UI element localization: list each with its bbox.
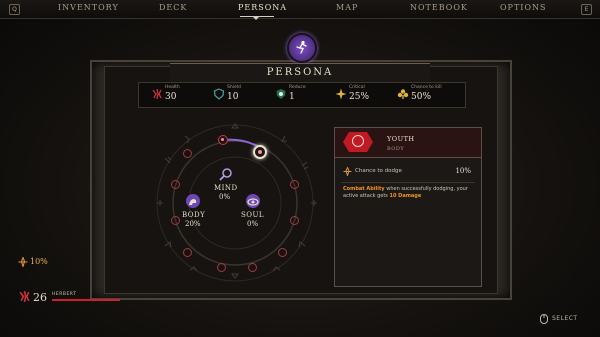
wheel-node[interactable] (183, 149, 192, 158)
stats-bar: Health 30 Shield 10 Reduce 1 Critical 25… (138, 82, 466, 108)
soul-label: SOUL (241, 211, 265, 219)
wheel-node[interactable] (290, 216, 299, 225)
trait-name: YOUTH (387, 135, 415, 143)
tab-options[interactable]: OPTIONS (500, 3, 546, 12)
active-tab-caret (252, 16, 260, 20)
body-label: BODY (182, 211, 206, 219)
wheel-node[interactable] (248, 263, 257, 272)
stat-value: 50% (411, 92, 432, 102)
desc-damage: 10 Damage (389, 193, 422, 199)
dodge-icon (343, 167, 352, 176)
divider (341, 182, 475, 183)
page-title: PERSONA (266, 67, 334, 78)
trait-card-header: YOUTH BODY (335, 128, 481, 158)
character-health: 26 HERBERT (18, 290, 120, 304)
top-nav: Q INVENTORY DECK PERSONA MAP NOTEBOOK OP… (0, 0, 600, 20)
wheel-node[interactable] (171, 180, 180, 189)
wheel-node[interactable] (217, 263, 226, 272)
wheel-node[interactable] (290, 180, 299, 189)
stat-label: Chance to kill (411, 85, 442, 90)
hp-value: 26 (33, 291, 47, 304)
wheel-node[interactable] (183, 248, 192, 257)
health-icon (152, 88, 162, 100)
shield-icon (213, 88, 225, 100)
tab-persona[interactable]: PERSONA (238, 3, 287, 12)
health-icon (19, 290, 30, 303)
persona-title-banner: PERSONA (170, 63, 430, 83)
soul-icon (246, 194, 260, 208)
select-label: SELECT (552, 315, 578, 322)
tab-map[interactable]: MAP (336, 3, 358, 12)
character-name: HERBERT (52, 292, 77, 297)
mind-label: MIND (214, 184, 238, 192)
prev-tab-key[interactable]: Q (9, 4, 20, 15)
trait-info-card: YOUTH BODY Chance to dodge 10% Combat Ab… (334, 127, 482, 287)
stat-value: 10 (227, 92, 239, 102)
hp-bar (52, 299, 120, 301)
mind-icon (219, 166, 233, 181)
dancer-icon (287, 33, 317, 63)
stat-label: Critical (349, 85, 365, 90)
persona-wheel: MIND 0% BODY 20% SOUL 0% (145, 118, 325, 283)
desc-highlight: Combat Ability (343, 186, 385, 192)
trait-stat-row: Chance to dodge 10% (343, 166, 473, 178)
wheel-node[interactable] (278, 248, 287, 257)
stat-label: Reduce (289, 85, 306, 90)
stat-value: 25% (349, 92, 370, 102)
kill-icon (397, 89, 409, 99)
dodge-buff-icon (18, 257, 28, 267)
tab-notebook[interactable]: NOTEBOOK (410, 3, 468, 12)
soul-value: 0% (247, 220, 259, 228)
trait-stat-label: Chance to dodge (355, 168, 402, 174)
next-tab-key[interactable]: E (581, 4, 592, 15)
stat-value: 1 (289, 92, 295, 102)
stat-value: 30 (165, 92, 177, 102)
rose-icon (352, 135, 364, 147)
buff-value: 10% (30, 257, 48, 266)
tab-inventory[interactable]: INVENTORY (58, 3, 119, 12)
trait-description: Combat Ability when successfully dodging… (343, 186, 473, 200)
mouse-icon (540, 314, 548, 324)
body-icon (186, 194, 200, 208)
stat-label: Shield (227, 85, 241, 90)
node-active-left[interactable] (218, 135, 228, 145)
stat-label: Health (165, 85, 180, 90)
critical-icon (335, 88, 347, 100)
wheel-node[interactable] (171, 216, 180, 225)
reduce-icon (276, 89, 286, 99)
tab-deck[interactable]: DECK (159, 3, 187, 12)
trait-stat-value: 10% (455, 167, 471, 175)
body-value: 20% (185, 220, 201, 228)
node-selected[interactable] (253, 145, 267, 159)
mind-value: 0% (219, 193, 231, 201)
trait-category: BODY (387, 146, 405, 152)
